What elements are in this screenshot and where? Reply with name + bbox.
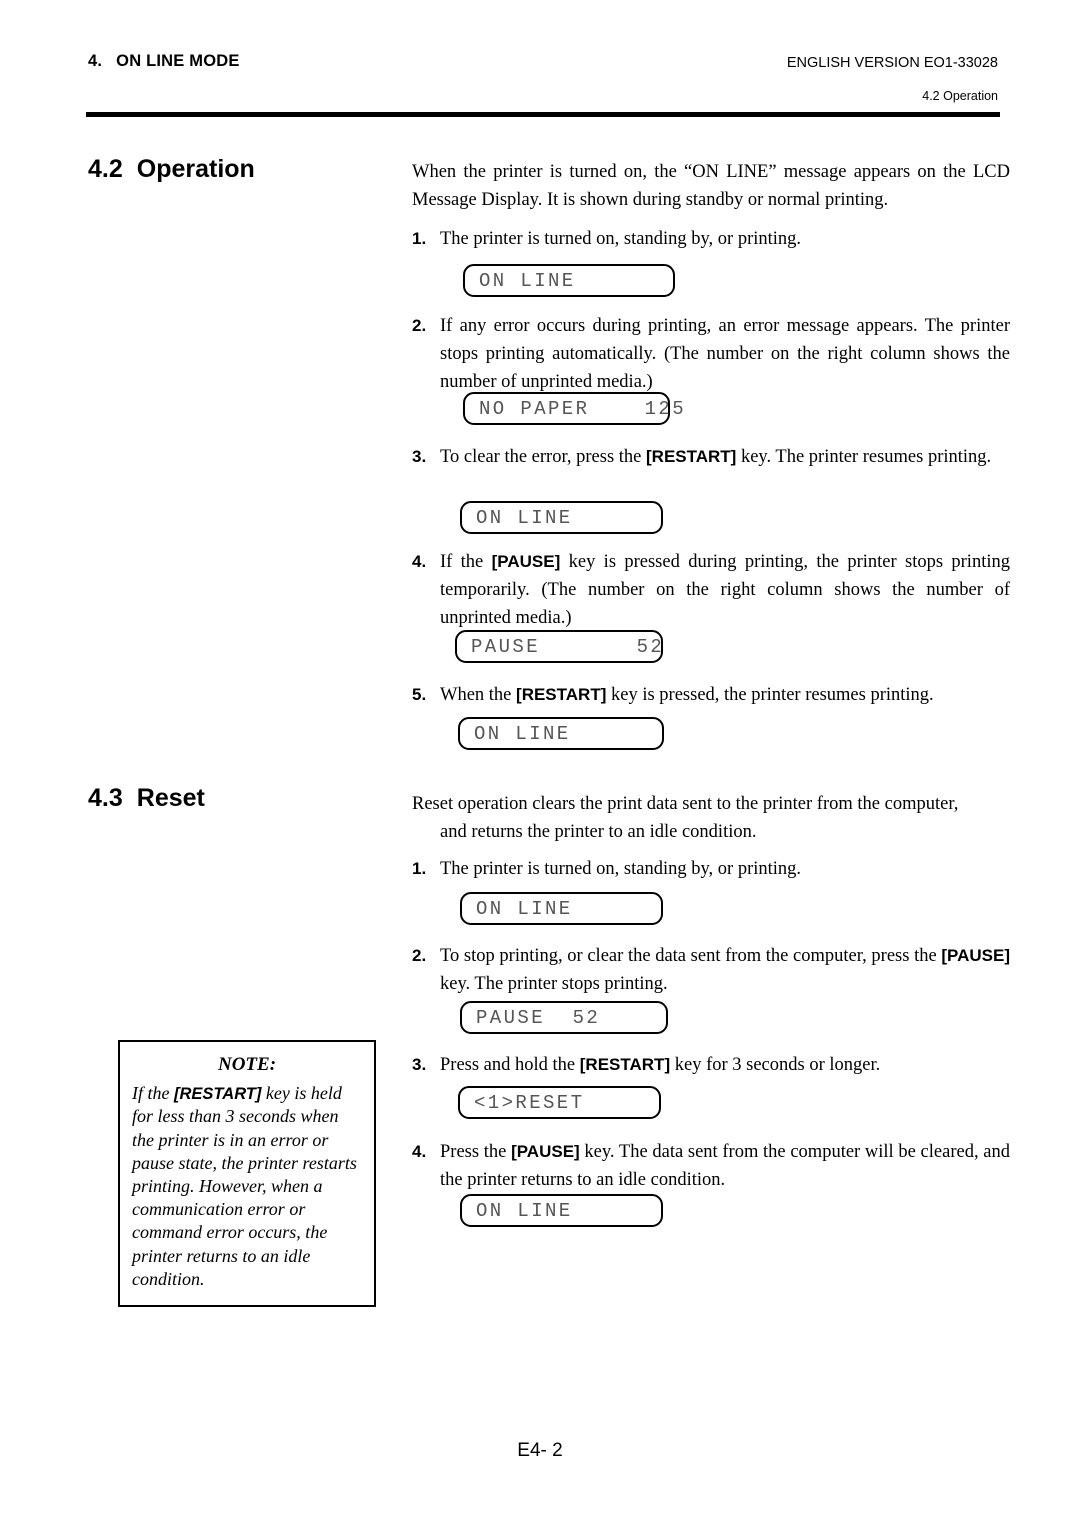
lcd-screen: ON LINE	[458, 717, 664, 750]
note-text-before: If the	[132, 1083, 174, 1103]
page-footer: E4- 2	[517, 1440, 563, 1461]
lcd-screen: <1>RESET	[458, 1086, 661, 1119]
step-text-after: key is pressed, the printer resumes prin…	[606, 685, 934, 705]
lcd-display-pause-2: PAUSE 52	[412, 1001, 1010, 1034]
lcd-display-nopaper: NO PAPER 125	[412, 392, 1010, 425]
step-text-before: To stop printing, or clear the data sent…	[440, 946, 942, 966]
operation-step-1: 1. The printer is turned on, standing by,…	[412, 226, 1010, 254]
key-label-pause: [PAUSE]	[941, 946, 1010, 965]
lcd-display-online-3: ON LINE	[412, 717, 1010, 750]
note-title: NOTE:	[217, 1054, 277, 1075]
operation-step-4: 4. If the [PAUSE] key is pressed during p…	[412, 549, 1010, 632]
header-section-title: ON LINE MODE	[116, 52, 240, 70]
step-text: The printer is turned on, standing by, o…	[440, 859, 802, 879]
note-callout-box: NOTE: If the [RESTART] key is held for l…	[118, 1040, 376, 1308]
section-title-43: Reset	[136, 784, 205, 812]
lcd-screen: ON LINE	[460, 501, 663, 534]
note-text-after: key is held for less than 3 seconds when…	[132, 1083, 357, 1289]
section-number-43: 4.3	[88, 784, 123, 812]
lcd-screen: PAUSE 52	[455, 630, 663, 663]
lcd-screen: ON LINE	[463, 264, 675, 297]
step-marker: 1.	[412, 859, 427, 878]
operation-step-3: 3. To clear the error, press the [RESTART…	[412, 444, 1010, 472]
step-marker: 3.	[412, 1055, 427, 1074]
key-label-restart: [RESTART]	[579, 1055, 671, 1074]
lcd-display-pause-1: PAUSE 52	[412, 630, 1010, 663]
key-label-restart: [RESTART]	[516, 685, 607, 704]
key-label-pause: [PAUSE]	[491, 552, 561, 571]
lcd-display-online-2: ON LINE	[412, 501, 1010, 534]
step-marker: 2.	[412, 316, 427, 335]
step-text-after: key. The printer stops printing.	[440, 973, 668, 994]
operation-intro-paragraph: When the printer is turned on, the “ON L…	[412, 162, 1010, 211]
header-section-label: 4. ON LINE MODE	[88, 52, 240, 71]
lcd-display-reset: <1>RESET	[412, 1086, 1010, 1119]
lcd-display-online-4: ON LINE	[412, 892, 1010, 925]
step-marker: 2.	[412, 946, 427, 965]
key-label-restart: [RESTART]	[174, 1085, 262, 1103]
step-text-before: Press the	[440, 1142, 512, 1162]
section-title-42: Operation	[136, 155, 255, 183]
lcd-screen: ON LINE	[460, 1194, 663, 1227]
step-text: The printer is turned on, standing by, o…	[440, 229, 802, 249]
header-version: ENGLISH VERSION EO1-33028	[786, 55, 998, 71]
section-heading-operation: 4.2 Operation	[88, 155, 255, 184]
step-text-before: To clear the error, press the	[440, 447, 646, 467]
lcd-screen: PAUSE 52	[460, 1001, 668, 1034]
step-text-before: When the	[440, 685, 517, 705]
key-label-restart: [RESTART]	[646, 447, 737, 466]
reset-step-3: 3. Press and hold the [RESTART] key for 3…	[412, 1052, 1010, 1080]
reset-intro-paragraph: Reset operation clears the print data se…	[412, 790, 1010, 847]
reset-step-4: 4. Press the [PAUSE] key. The data sent f…	[412, 1139, 1010, 1195]
step-text-before: Press and hold the	[440, 1055, 580, 1075]
step-text-before: If the	[440, 552, 492, 572]
key-label-pause: [PAUSE]	[511, 1142, 580, 1161]
step-text-after: key. The printer resumes printing.	[736, 447, 992, 467]
header-rule	[86, 112, 1000, 117]
step-marker: 3.	[412, 447, 427, 466]
lcd-screen: NO PAPER 125	[463, 392, 684, 425]
step-marker: 4.	[412, 552, 427, 571]
step-marker: 4.	[412, 1142, 427, 1161]
section-number-42: 4.2	[88, 155, 123, 183]
document-page: 4. ON LINE MODE ENGLISH VERSION EO1-33028…	[0, 0, 1080, 1525]
reset-intro-line2: and returns the printer to an idle condi…	[440, 822, 757, 843]
lcd-screen: ON LINE	[460, 892, 663, 925]
note-body: If the [RESTART] key is held for less th…	[132, 1082, 362, 1291]
operation-step-5: 5. When the [RESTART] key is pressed, the…	[412, 682, 1010, 710]
step-marker: 1.	[412, 229, 427, 248]
lcd-display-online-1: ON LINE	[412, 264, 1010, 297]
section-heading-reset: 4.3 Reset	[88, 784, 205, 813]
reset-step-2: 2. To stop printing, or clear the data se…	[412, 943, 1010, 999]
step-marker: 5.	[412, 685, 427, 704]
reset-intro-line1: Reset operation clears the print data se…	[412, 794, 959, 814]
step-text: If any error occurs during printing, an …	[440, 316, 1010, 392]
operation-step-2: 2. If any error occurs during printing, a…	[412, 313, 1010, 396]
lcd-display-online-5: ON LINE	[412, 1194, 1010, 1227]
reset-step-1: 1. The printer is turned on, standing by,…	[412, 856, 1010, 884]
header-running-head: 4.2 Operation	[922, 89, 998, 103]
header-section-number: 4.	[88, 52, 103, 70]
step-text-after: key for 3 seconds or longer.	[670, 1055, 881, 1075]
